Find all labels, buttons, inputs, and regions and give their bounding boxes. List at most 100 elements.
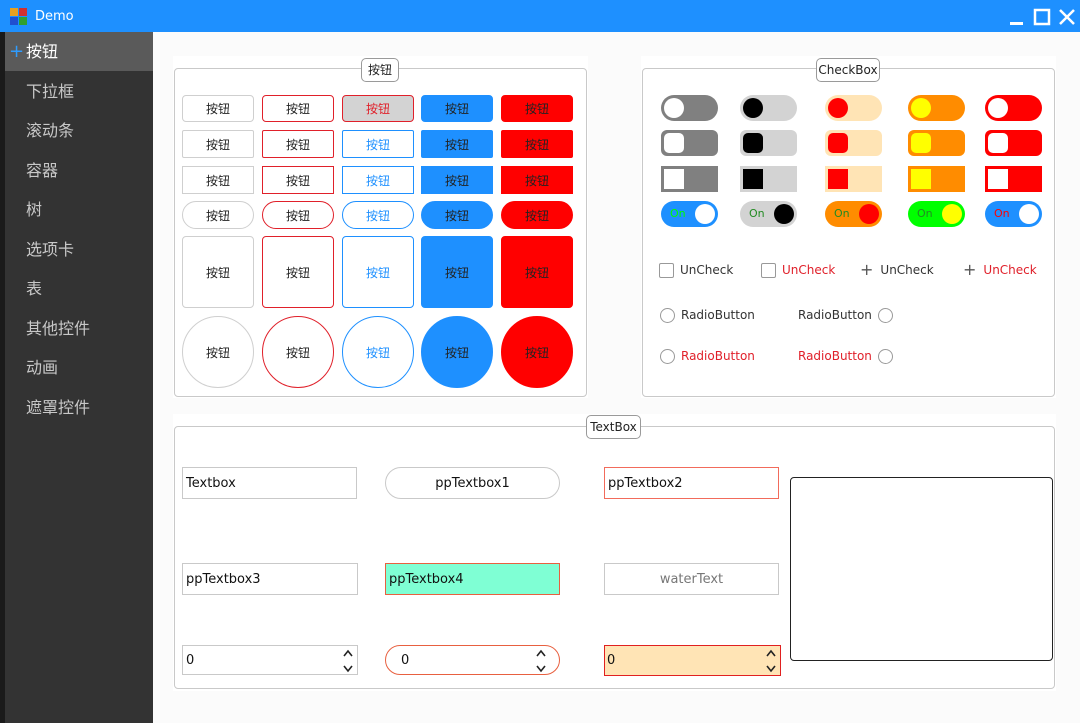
radio-button-3[interactable]: RadioButton: [660, 348, 755, 364]
button-r5-c3[interactable]: 按钮: [342, 236, 414, 308]
button-r6-c4[interactable]: 按钮: [421, 316, 493, 388]
toggle-switch-r3-c1[interactable]: [661, 166, 718, 192]
toggle-switch-r4-c2[interactable]: On: [740, 201, 797, 227]
button-r6-c3[interactable]: 按钮: [342, 316, 414, 388]
checkbox-group-title: CheckBox: [816, 58, 880, 82]
button-r3-c3[interactable]: 按钮: [342, 166, 414, 194]
toggle-switch-r1-c4[interactable]: [908, 95, 965, 121]
button-r4-c5[interactable]: 按钮: [501, 201, 573, 229]
close-icon[interactable]: [1056, 6, 1078, 28]
button-r4-c2[interactable]: 按钮: [262, 201, 334, 229]
sidebar-item-8[interactable]: 其他控件: [5, 309, 153, 348]
multiline-textbox[interactable]: [790, 477, 1053, 661]
sidebar-item-5[interactable]: 树: [5, 190, 153, 229]
button-r4-c1[interactable]: 按钮: [182, 201, 254, 229]
numeric-up-down-1[interactable]: 0: [182, 645, 358, 675]
radio-button-1[interactable]: RadioButton: [660, 307, 755, 323]
plus-icon: +: [9, 41, 25, 62]
pptextbox-3[interactable]: ppTextbox3: [182, 563, 358, 595]
toggle-switch-r3-c4[interactable]: [908, 166, 965, 192]
checkbox-2[interactable]: UnCheck: [761, 262, 835, 278]
button-r1-c5[interactable]: 按钮: [501, 95, 573, 122]
watertext-box[interactable]: waterText: [604, 563, 779, 595]
sidebar-item-6[interactable]: 选项卡: [5, 230, 153, 269]
button-r6-c5[interactable]: 按钮: [501, 316, 573, 388]
sidebar-item-9[interactable]: 动画: [5, 348, 153, 387]
spinner-arrows-icon[interactable]: [765, 647, 777, 675]
button-r5-c4[interactable]: 按钮: [421, 236, 493, 308]
sidebar-item-7[interactable]: 表: [5, 269, 153, 308]
spinner-arrows-icon[interactable]: [342, 647, 354, 675]
button-r3-c4[interactable]: 按钮: [421, 166, 493, 194]
button-r6-c2[interactable]: 按钮: [262, 316, 334, 388]
toggle-switch-r4-c3[interactable]: On: [825, 201, 882, 227]
button-r3-c1[interactable]: 按钮: [182, 166, 254, 194]
button-r2-c2[interactable]: 按钮: [262, 130, 334, 158]
button-r1-c1[interactable]: 按钮: [182, 95, 254, 122]
checkbox-4[interactable]: + UnCheck: [963, 262, 1037, 278]
toggle-switch-r2-c5[interactable]: [985, 130, 1042, 156]
button-r1-c4[interactable]: 按钮: [421, 95, 493, 122]
pptextbox-4[interactable]: ppTextbox4: [385, 563, 560, 595]
toggle-switch-r3-c2[interactable]: [740, 166, 797, 192]
switch-knob: [988, 133, 1008, 153]
toggle-switch-r2-c1[interactable]: [661, 130, 718, 156]
sidebar-item-10[interactable]: 遮罩控件: [5, 388, 153, 427]
button-r4-c4[interactable]: 按钮: [421, 201, 493, 229]
button-r2-c1[interactable]: 按钮: [182, 130, 254, 158]
button-r2-c3[interactable]: 按钮: [342, 130, 414, 158]
toggle-switch-r1-c5[interactable]: [985, 95, 1042, 121]
button-r4-c3[interactable]: 按钮: [342, 201, 414, 229]
sidebar-item-2[interactable]: 下拉框: [5, 72, 153, 111]
maximize-icon[interactable]: [1031, 6, 1053, 28]
radio-button-2[interactable]: RadioButton: [798, 307, 893, 323]
toggle-switch-r1-c1[interactable]: [661, 95, 718, 121]
toggle-switch-r1-c3[interactable]: [825, 95, 882, 121]
spinner-arrows-icon[interactable]: [535, 647, 547, 675]
buttons-group-title: 按钮: [361, 58, 399, 82]
button-r2-c4[interactable]: 按钮: [421, 130, 493, 158]
toggle-switch-r3-c5[interactable]: [985, 166, 1042, 192]
button-r6-c1[interactable]: 按钮: [182, 316, 254, 388]
sidebar-item-label: 下拉框: [26, 81, 75, 101]
toggle-switch-r4-c5[interactable]: On: [985, 201, 1042, 227]
sidebar-item-4[interactable]: 容器: [5, 151, 153, 190]
button-r5-c2[interactable]: 按钮: [262, 236, 334, 308]
toggle-switch-r3-c3[interactable]: [825, 166, 882, 192]
radio-circle: [660, 348, 675, 364]
toggle-switch-r2-c3[interactable]: [825, 130, 882, 156]
switch-on-label: On: [917, 207, 933, 220]
numeric-3-value: 0: [607, 653, 616, 668]
checkbox-3[interactable]: + UnCheck: [860, 262, 934, 278]
pptextbox-1[interactable]: ppTextbox1: [385, 467, 560, 499]
radio-circle: [660, 307, 675, 323]
button-r5-c5[interactable]: 按钮: [501, 236, 573, 308]
checkbox-1[interactable]: UnCheck: [659, 262, 733, 278]
pptextbox-2[interactable]: ppTextbox2: [604, 467, 779, 499]
toggle-switch-r2-c4[interactable]: [908, 130, 965, 156]
numeric-up-down-2[interactable]: 0: [385, 645, 560, 675]
plus-icon: +: [860, 260, 874, 279]
sidebar-item-1[interactable]: + 按钮: [5, 32, 153, 71]
button-r1-c2[interactable]: 按钮: [262, 95, 334, 122]
title-bar[interactable]: Demo: [0, 0, 1080, 32]
numeric-up-down-3[interactable]: 0: [604, 645, 781, 676]
button-r2-c5[interactable]: 按钮: [501, 130, 573, 158]
switch-knob: [911, 169, 931, 189]
radio-circle: [877, 307, 893, 323]
toggle-switch-r4-c1[interactable]: On: [661, 201, 718, 227]
radio-button-4[interactable]: RadioButton: [798, 348, 893, 364]
toggle-switch-r1-c2[interactable]: [740, 95, 797, 121]
textbox-1[interactable]: Textbox: [182, 467, 357, 499]
minimize-icon[interactable]: [1006, 6, 1028, 28]
button-r3-c5[interactable]: 按钮: [501, 166, 573, 194]
sidebar-item-3[interactable]: 滚动条: [5, 111, 153, 150]
toggle-switch-r2-c2[interactable]: [740, 130, 797, 156]
toggle-switch-r4-c4[interactable]: On: [908, 201, 965, 227]
button-r3-c2[interactable]: 按钮: [262, 166, 334, 194]
button-r1-c3[interactable]: 按钮: [342, 95, 414, 122]
button-r5-c1[interactable]: 按钮: [182, 236, 254, 308]
sidebar-item-label: 遮罩控件: [26, 397, 91, 417]
pptextbox-1-value: ppTextbox1: [435, 475, 510, 491]
plus-icon: +: [963, 260, 977, 279]
